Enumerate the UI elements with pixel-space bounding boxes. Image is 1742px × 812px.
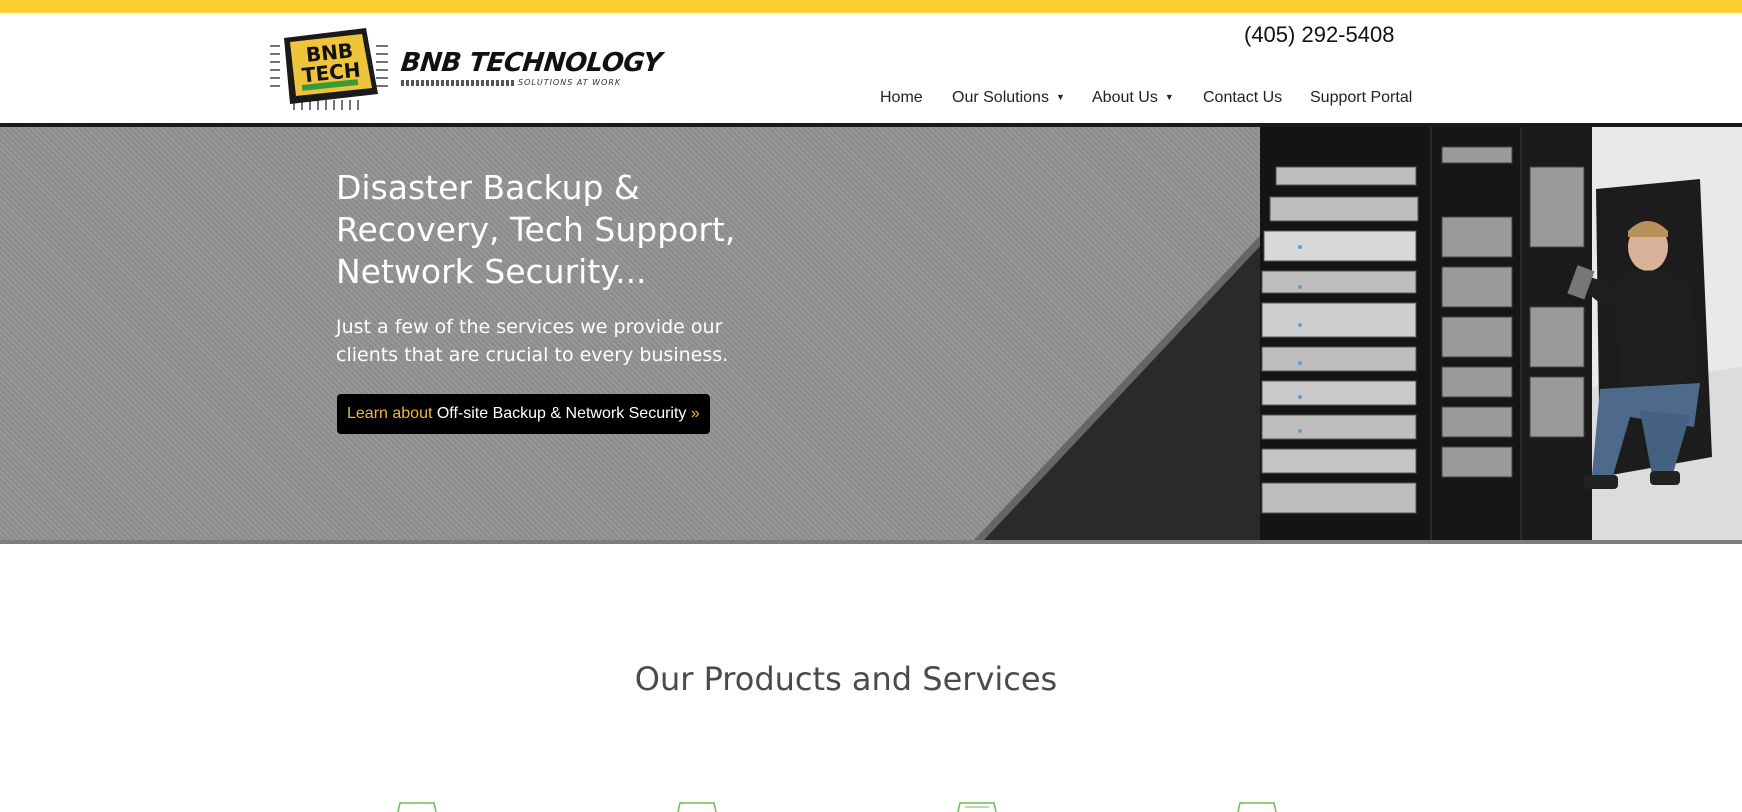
dropdown-caret-icon: ▼	[1164, 92, 1174, 102]
nav-item-about-us[interactable]: About Us ▼	[1092, 89, 1174, 107]
nav-label-about-us: About Us	[1092, 89, 1158, 106]
products-section-title: Our Products and Services	[634, 660, 1058, 698]
brand-tagline: SOLUTIONS AT WORK	[518, 78, 622, 87]
nav-item-home[interactable]: Home	[880, 89, 923, 107]
service-icon-1[interactable]	[397, 802, 437, 812]
hero-bottom-border	[0, 540, 1742, 544]
nav-label-home: Home	[880, 89, 923, 106]
phone-number[interactable]: (405) 292-5408	[1244, 22, 1394, 48]
service-icon-4[interactable]	[1237, 802, 1277, 812]
server-rack-photo	[974, 127, 1742, 540]
cta-main-text: Off-site Backup & Network Security	[436, 405, 691, 422]
nav-item-our-solutions[interactable]: Our Solutions ▼	[952, 89, 1065, 107]
learn-more-button[interactable]: Learn about Off-site Backup & Network Se…	[337, 394, 710, 434]
nav-label-support-portal: Support Portal	[1310, 89, 1413, 106]
hero-subtitle: Just a few of the services we provide ou…	[336, 316, 729, 366]
service-icon-2[interactable]	[677, 802, 717, 812]
hero-banner: Disaster Backup & Recovery, Tech Support…	[0, 127, 1742, 540]
cta-prefix: Learn about	[347, 405, 437, 422]
brand-name: BNB TECHNOLOGY	[399, 48, 664, 78]
nav-label-our-solutions: Our Solutions	[952, 89, 1049, 106]
hero-title: Disaster Backup & Recovery, Tech Support…	[336, 168, 736, 291]
top-accent-bar	[0, 0, 1742, 13]
main-nav: Home Our Solutions ▼ About Us ▼ Contact Us…	[0, 89, 1742, 111]
nav-item-contact-us[interactable]: Contact Us	[1203, 89, 1282, 107]
nav-label-contact-us: Contact Us	[1203, 89, 1283, 106]
logo-stripes	[401, 80, 515, 86]
dropdown-caret-icon: ▼	[1055, 92, 1065, 102]
cta-arrow-icon: »	[690, 405, 700, 422]
service-icon-3[interactable]	[957, 802, 997, 812]
nav-item-support-portal[interactable]: Support Portal	[1310, 89, 1412, 107]
